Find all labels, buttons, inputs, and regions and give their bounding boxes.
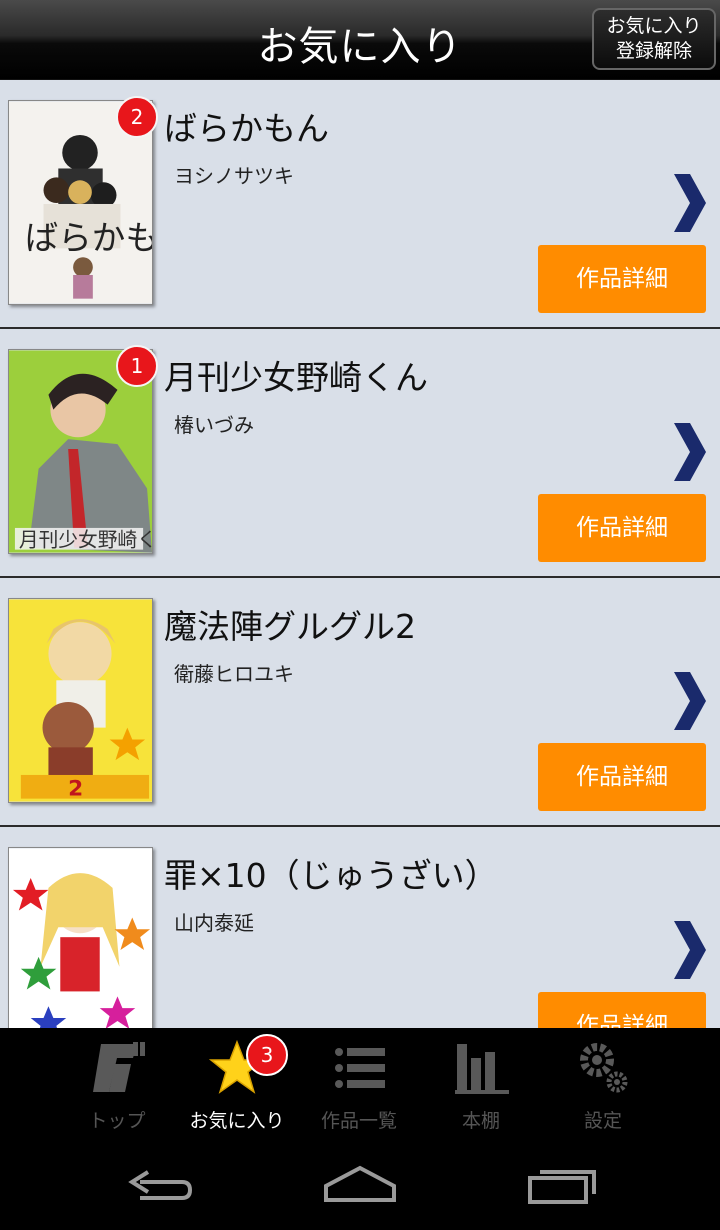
detail-button[interactable]: 作品詳細: [538, 743, 706, 811]
tab-label: お気に入り: [189, 1110, 285, 1132]
item-author: 椿いづみ: [174, 413, 254, 437]
tab-label: 本棚: [461, 1110, 500, 1132]
unfavorite-button-line2: 登録解除: [615, 40, 692, 62]
list-item[interactable]: ばらかもん 2 ばらかもん ヨシノサツキ 作品詳細: [0, 80, 720, 329]
item-title: 魔法陣グルグル2: [164, 607, 416, 646]
list-item[interactable]: 月刊少女野崎くん 1 月刊少女野崎くん 椿いづみ 作品詳細: [0, 329, 720, 578]
cover-image[interactable]: 2: [8, 598, 153, 803]
item-author: 衛藤ヒロユキ: [174, 662, 294, 686]
ga-logo-icon: [93, 1042, 145, 1092]
tab-top[interactable]: トップ: [56, 1028, 178, 1140]
cover-image[interactable]: [8, 847, 153, 1028]
bottom-tab-bar: トップ お気に入り 作品一覧 本棚 設定: [0, 1028, 720, 1140]
unfavorite-button-line1: お気に入り: [606, 15, 702, 37]
item-author: 山内泰延: [174, 911, 254, 935]
item-title: ばらかもん: [164, 109, 329, 148]
item-author: ヨシノサツキ: [174, 164, 294, 188]
back-icon[interactable]: [120, 1160, 200, 1210]
update-count-badge: 1: [116, 345, 158, 387]
bookshelf-icon: [455, 1044, 509, 1094]
svg-text:月刊少女野崎くん: 月刊少女野崎くん: [19, 529, 152, 552]
tab-works-list[interactable]: 作品一覧: [298, 1028, 420, 1140]
chevron-right-icon[interactable]: [672, 919, 708, 981]
system-nav-bar: [0, 1140, 720, 1230]
item-title: 罪×10（じゅうざい）: [164, 856, 498, 895]
detail-button[interactable]: 作品詳細: [538, 245, 706, 313]
tab-label: トップ: [88, 1110, 146, 1132]
chevron-right-icon[interactable]: [672, 172, 708, 234]
item-title: 月刊少女野崎くん: [164, 358, 428, 397]
tab-settings[interactable]: 設定: [542, 1028, 664, 1140]
app-header: お気に入り お気に入り 登録解除: [0, 0, 720, 80]
unfavorite-button[interactable]: お気に入り 登録解除: [592, 8, 716, 70]
tab-label: 設定: [583, 1110, 622, 1132]
tab-bookshelf[interactable]: 本棚: [420, 1028, 542, 1140]
svg-text:2: 2: [68, 777, 83, 802]
home-icon[interactable]: [320, 1160, 400, 1210]
svg-text:ばらかもん: ばらかもん: [25, 218, 152, 257]
favorites-list[interactable]: ばらかもん 2 ばらかもん ヨシノサツキ 作品詳細 月刊少女野崎くん: [0, 80, 720, 1028]
list-item[interactable]: 罪×10（じゅうざい） 山内泰延 作品詳細: [0, 827, 720, 1028]
favorites-count-badge: 3: [246, 1034, 288, 1076]
chevron-right-icon[interactable]: [672, 670, 708, 732]
update-count-badge: 2: [116, 96, 158, 138]
gear-icon: [580, 1043, 628, 1093]
detail-button[interactable]: 作品詳細: [538, 992, 706, 1028]
recent-apps-icon[interactable]: [522, 1160, 602, 1210]
detail-button[interactable]: 作品詳細: [538, 494, 706, 562]
list-icon: [335, 1048, 385, 1088]
chevron-right-icon[interactable]: [672, 421, 708, 483]
list-item[interactable]: 2 魔法陣グルグル2 衛藤ヒロユキ 作品詳細: [0, 578, 720, 827]
tab-label: 作品一覧: [320, 1110, 397, 1132]
